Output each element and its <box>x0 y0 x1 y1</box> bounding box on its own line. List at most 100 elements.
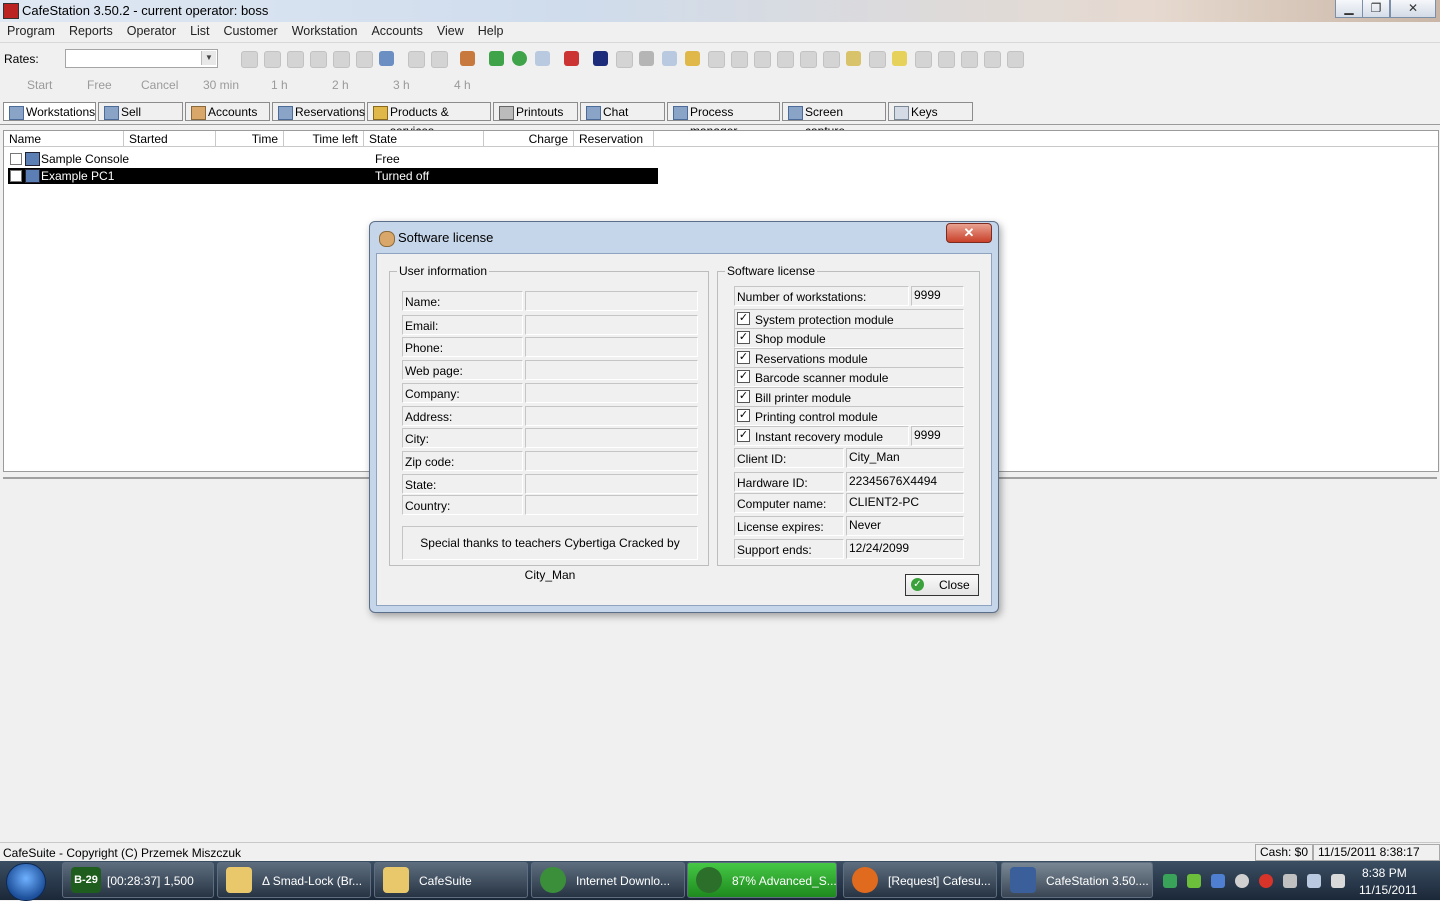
note-icon[interactable] <box>616 51 633 68</box>
column-header-charge[interactable]: Charge <box>484 131 574 147</box>
start-button[interactable] <box>6 863 46 901</box>
start-button[interactable]: Start <box>27 78 52 92</box>
1h-button[interactable]: 1 h <box>271 78 288 92</box>
cancel-button[interactable]: Cancel <box>141 78 178 92</box>
operator-icon[interactable] <box>460 51 475 66</box>
menu-program[interactable]: Program <box>0 22 62 40</box>
instant-recovery-checkbox[interactable]: ✓ <box>737 429 750 442</box>
folder-icon[interactable] <box>685 51 700 66</box>
monitor-icon[interactable] <box>379 51 394 66</box>
taskbar-item-b29[interactable]: B-29 [00:28:37] 1,500 <box>62 862 214 898</box>
tab-chat[interactable]: Chat <box>580 102 665 121</box>
taskbar-item-firefox[interactable]: [Request] Cafesu... <box>843 862 997 898</box>
web-page-input[interactable] <box>525 360 698 380</box>
flag-icon[interactable] <box>1283 874 1297 888</box>
settings-icon[interactable] <box>777 51 794 68</box>
edit-icon[interactable] <box>708 51 725 68</box>
phone-input[interactable] <box>525 337 698 357</box>
tab-workstations[interactable]: Workstations <box>3 102 96 121</box>
taskbar-item-smad-lock[interactable]: Δ Smad-Lock (Br... <box>217 862 371 898</box>
taskbar-item-cafesuite[interactable]: CafeSuite <box>374 862 528 898</box>
4h-button[interactable]: 4 h <box>454 78 471 92</box>
info-icon[interactable] <box>241 51 258 68</box>
app-icon[interactable] <box>3 3 19 19</box>
zoom-icon[interactable] <box>800 51 817 68</box>
menu-operator[interactable]: Operator <box>120 22 183 40</box>
tab-products-services[interactable]: Products & services <box>367 102 491 138</box>
email-input[interactable] <box>525 315 698 335</box>
volume-icon[interactable] <box>1331 874 1345 888</box>
screen-icon[interactable] <box>915 51 932 68</box>
taskbar-item-download-progress[interactable]: 87% Advanced_S... <box>687 862 837 898</box>
column-header-time[interactable]: Time <box>216 131 284 147</box>
name-input[interactable] <box>525 291 698 311</box>
column-header-time-left[interactable]: Time left <box>284 131 364 147</box>
country-input[interactable] <box>525 495 698 515</box>
wrench-icon[interactable] <box>333 51 350 68</box>
30min-button[interactable]: 30 min <box>203 78 239 92</box>
menu-list[interactable]: List <box>183 22 216 40</box>
printer-icon[interactable] <box>639 51 654 66</box>
printing-control-checkbox[interactable]: ✓ <box>737 409 750 422</box>
3h-button[interactable]: 3 h <box>393 78 410 92</box>
sync-icon[interactable] <box>731 51 748 68</box>
dialog-close-button[interactable]: ✕ <box>946 223 992 243</box>
rates-dropdown[interactable]: ▼ <box>65 49 218 68</box>
cash-icon[interactable] <box>489 51 504 66</box>
search-icon[interactable] <box>287 51 304 68</box>
menu-accounts[interactable]: Accounts <box>364 22 429 40</box>
tab-screen-capture[interactable]: Screen capture <box>782 102 886 138</box>
tab-keys[interactable]: Keys <box>888 102 973 121</box>
lock-icon[interactable] <box>408 51 425 68</box>
bill-printer-checkbox[interactable]: ✓ <box>737 390 750 403</box>
address-input[interactable] <box>525 406 698 426</box>
cart-icon[interactable] <box>754 51 771 68</box>
zip-code-input[interactable] <box>525 451 698 471</box>
clock-icon[interactable] <box>356 51 373 68</box>
free-button[interactable]: Free <box>87 78 112 92</box>
menu-customer[interactable]: Customer <box>217 22 285 40</box>
bulb-icon[interactable] <box>892 51 907 66</box>
column-header-started[interactable]: Started <box>124 131 216 147</box>
barcode-scanner-checkbox[interactable]: ✓ <box>737 370 750 383</box>
mail-icon[interactable] <box>662 51 677 66</box>
reservations-module-checkbox[interactable]: ✓ <box>737 351 750 364</box>
taskbar-item-internet-download[interactable]: Internet Downlo... <box>531 862 685 898</box>
license-close-button[interactable]: ✓ Close <box>905 574 979 596</box>
refresh-icon[interactable] <box>310 51 327 68</box>
clock-time[interactable]: 8:38 PM <box>1362 866 1407 880</box>
2h-button[interactable]: 2 h <box>332 78 349 92</box>
menu-reports[interactable]: Reports <box>62 22 120 40</box>
grid-icon[interactable] <box>961 51 978 68</box>
window-icon[interactable] <box>869 51 886 68</box>
link-icon[interactable] <box>1007 51 1024 68</box>
menu-view[interactable]: View <box>430 22 471 40</box>
row-checkbox[interactable] <box>10 170 22 182</box>
export-icon[interactable] <box>984 51 1001 68</box>
shield-icon[interactable] <box>1211 874 1225 888</box>
tab-sell[interactable]: Sell <box>98 102 183 121</box>
tab-reservations[interactable]: Reservations <box>272 102 365 121</box>
display-icon[interactable] <box>1307 874 1321 888</box>
menu-help[interactable]: Help <box>471 22 511 40</box>
menu-workstation[interactable]: Workstation <box>285 22 365 40</box>
table-row[interactable]: Sample Console Free <box>8 151 658 167</box>
maximize-button[interactable]: ❐ <box>1362 0 1390 18</box>
key-icon[interactable] <box>593 51 608 66</box>
sync-icon[interactable] <box>1235 874 1249 888</box>
antivirus-icon[interactable] <box>1259 874 1273 888</box>
row-checkbox[interactable] <box>10 153 22 165</box>
table-icon[interactable] <box>535 51 550 66</box>
network-icon[interactable] <box>1163 874 1177 888</box>
tab-accounts[interactable]: Accounts <box>185 102 270 121</box>
calculator-icon[interactable] <box>846 51 861 66</box>
column-header-state[interactable]: State <box>364 131 484 147</box>
column-header-name[interactable]: Name <box>4 131 124 147</box>
company-input[interactable] <box>525 383 698 403</box>
close-button[interactable]: ✕ <box>1390 0 1436 18</box>
taskbar-item-cafestation[interactable]: CafeStation 3.50.... <box>1001 862 1153 898</box>
tab-printouts[interactable]: Printouts <box>493 102 578 121</box>
list-icon[interactable] <box>938 51 955 68</box>
unlock-icon[interactable] <box>431 51 448 68</box>
chevron-down-icon[interactable]: ▼ <box>201 51 216 65</box>
